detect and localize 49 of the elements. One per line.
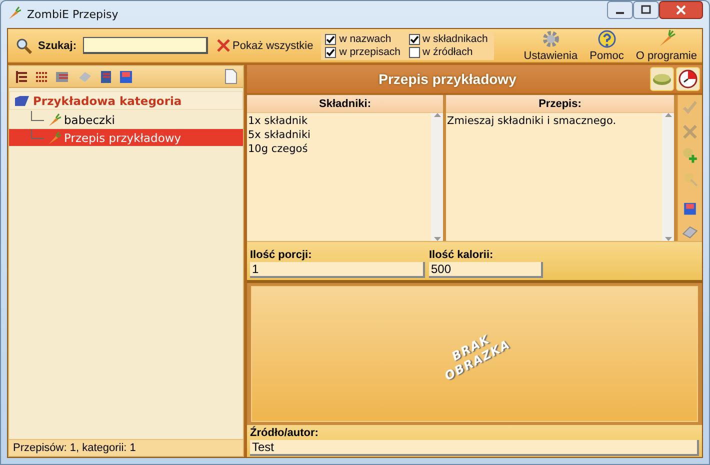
carrot-icon [47,130,61,144]
field-label: Źródło/autor: [250,427,320,439]
calories-field[interactable]: 500 [429,262,543,278]
column-header: Przepis: [446,95,674,113]
clock-icon [678,69,698,89]
help-icon [596,29,617,49]
gear-icon [540,29,561,49]
checkbox-label: w nazwach [339,32,392,46]
search-label: Szukaj: [38,40,77,52]
window-title: ZombiE Przepisy [27,8,120,21]
ingredients-field[interactable]: 1x składnik 5x składniki 10g czegoś [247,113,431,241]
expand-tree-icon[interactable] [15,70,29,84]
search-field[interactable] [82,37,208,54]
toolbar-button[interactable]: Pomoc [584,29,629,62]
minimize-button[interactable] [607,1,633,19]
search-icon [16,38,32,54]
checkbox[interactable] [408,34,420,44]
tree-item[interactable]: babeczki [9,111,243,128]
column-header: Składniki: [247,95,443,113]
checkbox[interactable] [408,46,420,58]
tree-category[interactable]: Przykładowa kategoria [9,91,243,110]
portions-field[interactable]: 1 [250,262,425,278]
close-icon [216,38,231,53]
field-label: Ilość kalorii: [429,249,494,261]
recipe-text-field[interactable]: Zmieszaj składniki i smacznego. [446,113,662,241]
maximize-button[interactable] [633,1,659,19]
show-all-button[interactable]: Pokaż wszystkie [214,38,316,53]
close-button[interactable] [659,1,703,19]
field-label: Ilość porcji: [250,249,313,261]
carrot-icon [7,6,21,20]
checkbox[interactable] [325,46,336,58]
scrollbar[interactable] [662,113,674,241]
source-field[interactable]: Test [250,440,699,456]
checkbox-label: w źródłach [422,46,473,58]
checkbox-label: w składnikach [422,32,488,46]
status-bar: Przepisów: 1, kategorii: 1 [9,439,243,456]
checkbox[interactable] [325,34,336,44]
save-icon[interactable] [119,70,133,84]
new-document-icon[interactable] [225,69,237,84]
toolbar-button[interactable]: Ustawienia [518,29,583,62]
carrot-icon [47,112,61,126]
scrollbar[interactable] [431,113,443,241]
list-icon[interactable] [35,70,49,84]
toolbar-button[interactable]: O programie [630,29,702,62]
timer-button[interactable] [676,67,700,91]
checkbox-label: w przepisach [339,46,400,58]
add-image-icon[interactable] [681,146,699,164]
recipe-title: Przepis przykładowy [378,71,518,87]
tree-item[interactable]: Przepis przykładowy [9,129,243,146]
